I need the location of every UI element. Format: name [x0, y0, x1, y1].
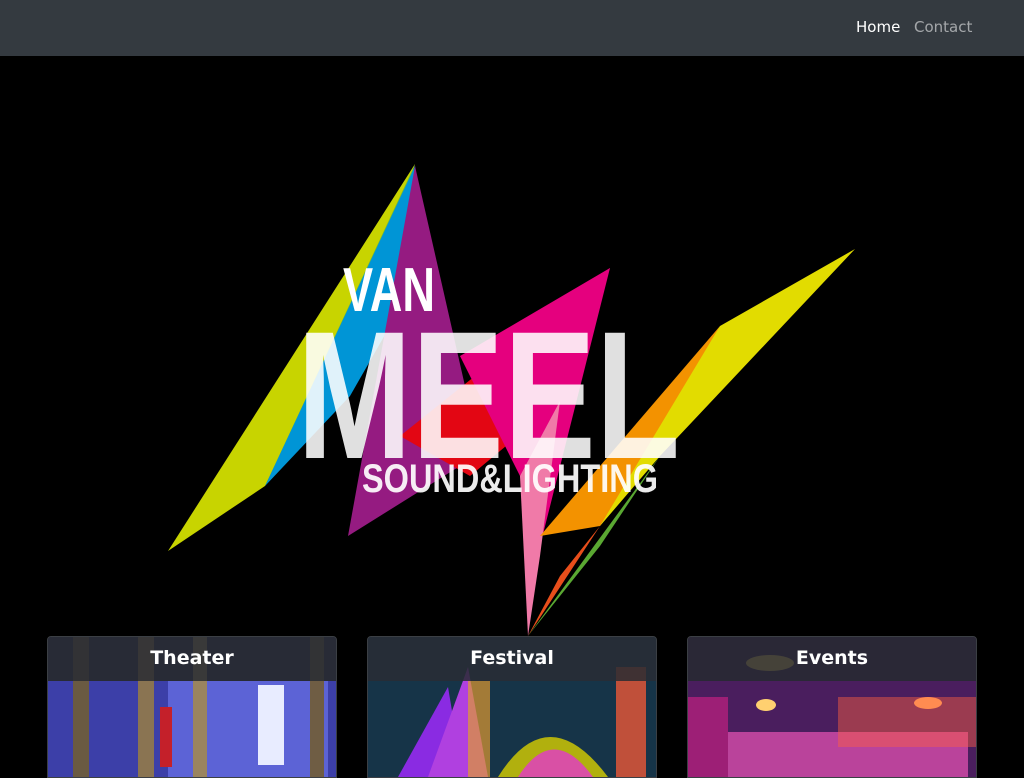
card-festival[interactable]: Festival	[367, 636, 657, 778]
card-events-title: Events	[795, 647, 869, 669]
top-navbar: Home Contact	[0, 0, 1024, 56]
card-festival-title: Festival	[470, 647, 554, 669]
nav-contact-link[interactable]: Contact	[914, 17, 972, 37]
card-theater-title: Theater	[150, 647, 234, 669]
hero-section: VAN MEEL SOUND&LIGHTING	[0, 56, 1024, 636]
card-festival-header: Festival	[368, 637, 656, 681]
card-theater[interactable]: Theater	[47, 636, 337, 778]
card-events-header: Events	[688, 637, 976, 681]
logo-text-sound-lighting: SOUND&LIGHTING	[362, 457, 658, 501]
nav-home-link[interactable]: Home	[856, 17, 900, 37]
card-theater-header: Theater	[48, 637, 336, 681]
card-events[interactable]: Events	[687, 636, 977, 778]
van-meel-logo: VAN MEEL SOUND&LIGHTING	[168, 164, 855, 636]
